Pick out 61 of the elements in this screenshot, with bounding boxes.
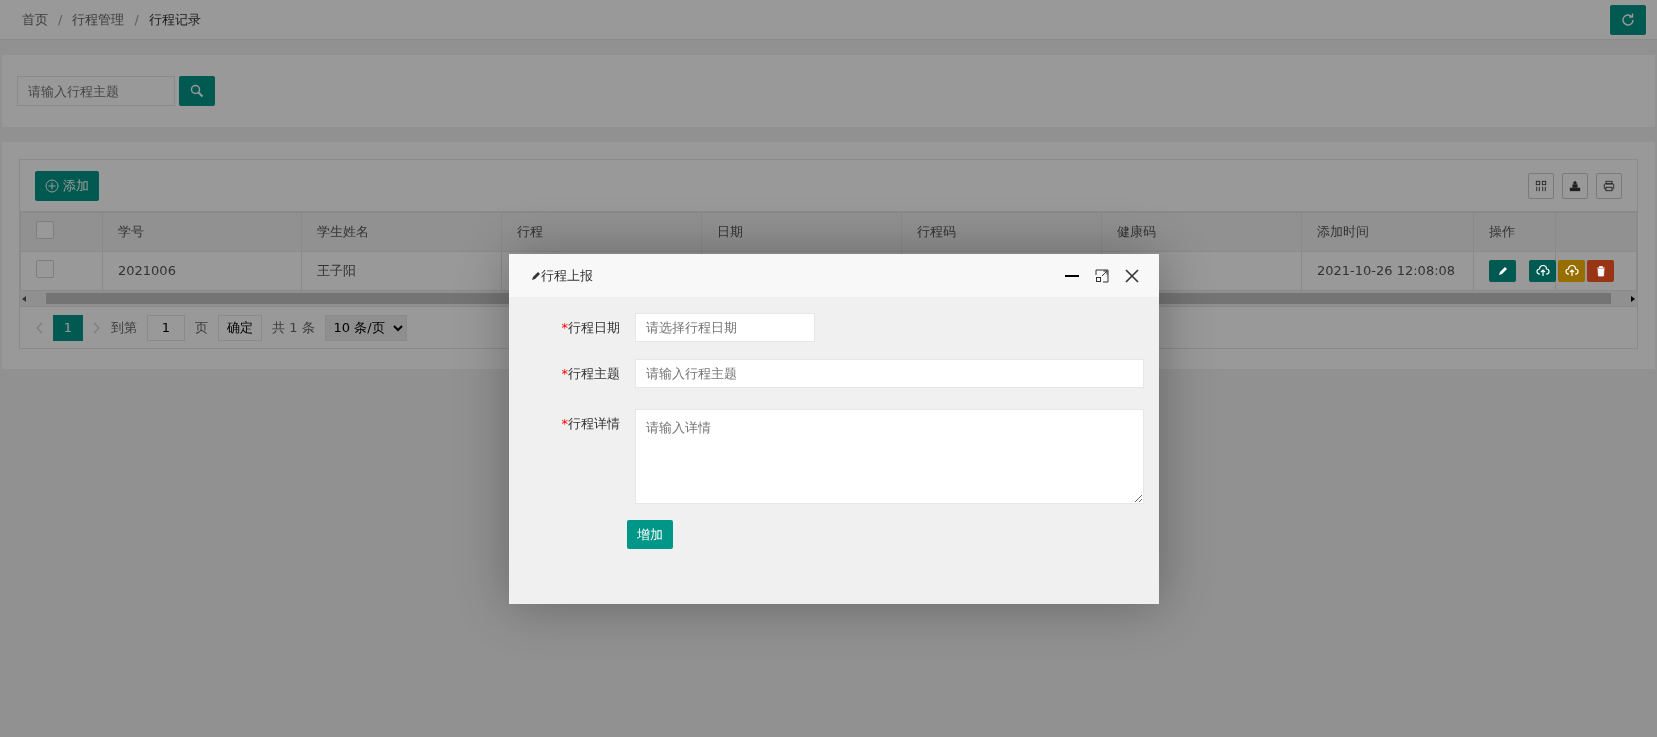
grid-icon <box>1535 178 1547 193</box>
column-header: 操作 <box>1489 224 1515 240</box>
column-header: 日期 <box>717 224 743 240</box>
close-button[interactable] <box>1125 268 1139 283</box>
column-header: 行程 <box>517 224 543 240</box>
refresh-button[interactable] <box>1610 4 1646 35</box>
tray-icon <box>1569 178 1581 193</box>
column-header: 行程码 <box>917 224 956 240</box>
column-header: 健康码 <box>1117 224 1156 240</box>
minimize-button[interactable] <box>1065 274 1079 277</box>
maximize-button[interactable] <box>1095 268 1109 283</box>
breadcrumb-link[interactable]: 行程记录 <box>148 9 201 30</box>
table-cell: 王子阳 <box>317 263 356 279</box>
column-header: 学号 <box>118 224 144 240</box>
search-icon <box>190 84 204 98</box>
minimize-icon <box>1065 274 1079 277</box>
details-textarea[interactable]: 请输入详情 <box>635 409 1144 504</box>
date-field[interactable]: 请选择行程日期 <box>635 313 815 342</box>
delete-button[interactable] <box>1587 260 1614 282</box>
page-unit-label: 页 <box>195 318 208 337</box>
dialog-title: 行程上报 <box>541 266 593 285</box>
edit-button[interactable] <box>1489 260 1516 282</box>
total-count: 共 1 条 <box>272 318 315 337</box>
breadcrumb-separator: / <box>58 10 63 29</box>
text-field[interactable]: 请输入行程主题 <box>635 359 1144 388</box>
confirm-button[interactable]: 确定 <box>218 314 262 341</box>
plus-circle-icon <box>45 178 59 193</box>
cloud-upload-icon <box>1535 264 1550 278</box>
field-label: *行程主题 <box>560 365 621 383</box>
breadcrumb-link[interactable]: 行程管理 <box>72 9 125 30</box>
maximize-icon <box>1095 268 1109 283</box>
goto-label: 到第 <box>111 318 137 337</box>
breadcrumb-separator: / <box>134 10 139 29</box>
upload-button[interactable] <box>1558 260 1585 282</box>
add-button[interactable]: 添加 <box>35 170 99 201</box>
pencil-icon <box>531 270 541 281</box>
search-button[interactable] <box>179 76 215 106</box>
checkbox[interactable] <box>36 259 54 278</box>
scroll-right-icon <box>1629 294 1637 303</box>
upload-button[interactable] <box>1529 260 1556 282</box>
column-header: 添加时间 <box>1317 224 1369 240</box>
table-cell: 2021-10-26 12:08:08 <box>1317 263 1456 279</box>
columns-button[interactable] <box>1528 172 1554 199</box>
page-button[interactable]: 1 <box>53 314 83 341</box>
scroll-left-icon <box>20 294 28 303</box>
field-label: *行程日期 <box>560 319 621 337</box>
close-icon <box>1125 268 1139 283</box>
print-icon <box>1603 178 1615 193</box>
checkbox[interactable] <box>36 220 54 239</box>
search-field[interactable]: 请输入行程主题 <box>17 76 175 106</box>
refresh-icon <box>1620 11 1636 28</box>
page-size-select[interactable]: 10 条/页 <box>324 314 407 341</box>
field-label: *行程详情 <box>560 415 621 433</box>
breadcrumb-link[interactable]: 首页 <box>22 9 48 30</box>
print-button[interactable] <box>1596 172 1622 199</box>
table-cell: 2021006 <box>118 263 176 279</box>
cloud-upload-icon <box>1564 264 1579 278</box>
export-button[interactable] <box>1562 172 1588 199</box>
page-number-field[interactable]: 1 <box>147 314 185 341</box>
column-header: 学生姓名 <box>317 224 369 240</box>
submit-button[interactable]: 增加 <box>627 520 673 549</box>
